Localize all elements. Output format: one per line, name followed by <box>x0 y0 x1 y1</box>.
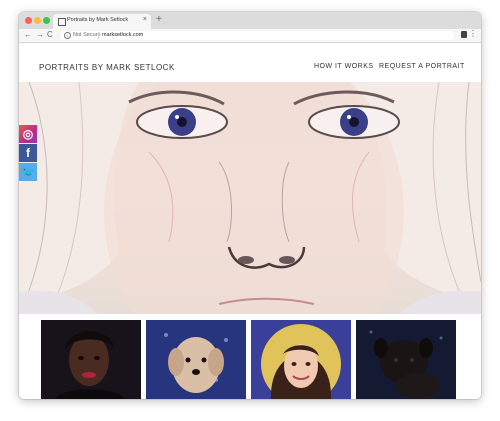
tab-title: Portraits by Mark Setlock <box>67 17 129 23</box>
forward-button[interactable]: → <box>36 30 44 39</box>
site-header: PORTRAITS BY MARK SETLOCK HOW IT WORKS R… <box>19 43 481 82</box>
browser-window: Portraits by Mark Setlock × + ← → C i No… <box>19 12 481 399</box>
portrait-thumb-pug[interactable] <box>356 320 456 399</box>
tab-close-icon[interactable]: × <box>143 16 147 23</box>
instagram-button[interactable]: ◎ <box>19 125 37 143</box>
portrait-thumb-girl[interactable] <box>251 320 351 399</box>
facebook-icon: f <box>26 146 30 160</box>
nav-how-it-works[interactable]: HOW IT WORKS <box>314 63 374 70</box>
back-button[interactable]: ← <box>24 30 32 39</box>
tab-strip: Portraits by Mark Setlock × + <box>19 12 481 29</box>
address-bar[interactable]: i Not Secure marksetlock.com <box>60 31 454 40</box>
reload-button[interactable]: C <box>47 30 53 39</box>
hero-sketch-image <box>19 82 481 314</box>
portrait-thumb-dog[interactable] <box>146 320 246 399</box>
minimize-window-icon[interactable] <box>34 17 41 24</box>
browser-tab[interactable]: Portraits by Mark Setlock × <box>53 14 151 29</box>
twitter-icon: 🐦 <box>20 165 36 179</box>
portrait-woman-image <box>41 320 141 399</box>
portrait-thumb-woman[interactable] <box>41 320 141 399</box>
security-status: Not Secure <box>73 32 101 38</box>
browser-toolbar: ← → C i Not Secure marksetlock.com ⋮ <box>19 29 481 43</box>
hero-portrait <box>19 82 481 314</box>
nav-request-portrait[interactable]: REQUEST A PORTRAIT <box>379 63 465 70</box>
instagram-icon: ◎ <box>22 127 34 141</box>
close-window-icon[interactable] <box>25 17 32 24</box>
favicon-icon <box>58 18 66 26</box>
portrait-gallery <box>19 314 481 399</box>
maximize-window-icon[interactable] <box>43 17 50 24</box>
extension-icon[interactable] <box>461 31 467 38</box>
portrait-dog-image <box>146 320 246 399</box>
new-tab-button[interactable]: + <box>156 14 162 25</box>
menu-icon[interactable]: ⋮ <box>469 29 477 38</box>
facebook-button[interactable]: f <box>19 144 37 162</box>
address-separator <box>98 32 99 39</box>
portrait-pug-image <box>356 320 456 399</box>
url-text[interactable]: marksetlock.com <box>102 32 143 38</box>
site-brand[interactable]: PORTRAITS BY MARK SETLOCK <box>39 63 175 72</box>
info-icon[interactable]: i <box>64 32 71 39</box>
portrait-girl-image <box>251 320 351 399</box>
twitter-button[interactable]: 🐦 <box>19 163 37 181</box>
